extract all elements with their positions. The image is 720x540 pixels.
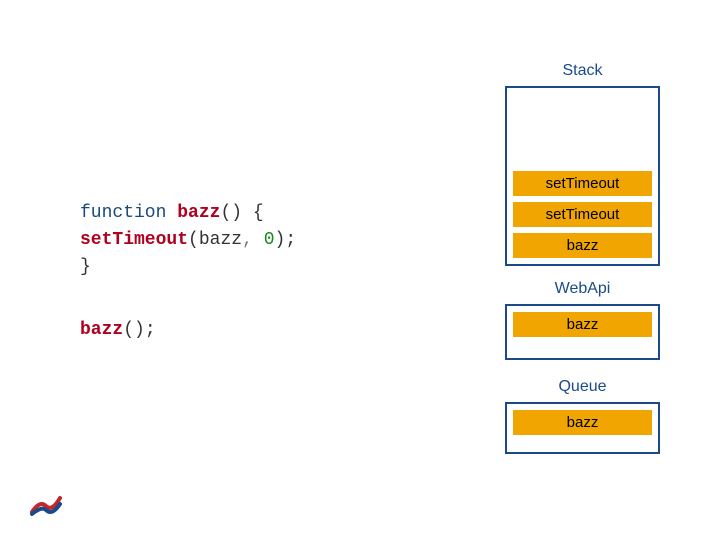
webapi-box: bazz — [505, 304, 660, 360]
close-brace: } — [80, 257, 91, 277]
code-line-1: function bazz() { — [80, 200, 296, 227]
invoke-bazz: bazz — [80, 320, 123, 340]
close-paren: ) — [275, 230, 286, 250]
stack-title: Stack — [505, 62, 660, 80]
semicolon: ; — [285, 230, 296, 250]
stack-frame: setTimeout — [513, 202, 652, 227]
code-line-2: setTimeout(bazz, 0); — [80, 227, 296, 254]
webapi-frame: bazz — [513, 312, 652, 337]
comma: , — [242, 230, 253, 250]
code-line-invoke: bazz(); — [80, 317, 296, 344]
arg-bazz: bazz — [199, 230, 242, 250]
stack-box: setTimeout setTimeout bazz — [505, 86, 660, 266]
runtime-panels: Stack setTimeout setTimeout bazz WebApi … — [505, 62, 660, 454]
code-block: function bazz() { setTimeout(bazz, 0); }… — [80, 200, 296, 344]
arg-zero: 0 — [264, 230, 275, 250]
parens: () — [220, 203, 242, 223]
invoke-parens: (); — [123, 320, 155, 340]
stack-frame: setTimeout — [513, 171, 652, 196]
function-name: bazz — [177, 203, 220, 223]
code-line-3: } — [80, 254, 296, 281]
queue-title: Queue — [505, 378, 660, 396]
keyword-function: function — [80, 203, 166, 223]
logo-icon — [28, 486, 64, 522]
settimeout-call: setTimeout — [80, 230, 188, 250]
webapi-title: WebApi — [505, 280, 660, 298]
stack-frame: bazz — [513, 233, 652, 258]
open-paren: ( — [188, 230, 199, 250]
queue-box: bazz — [505, 402, 660, 454]
open-brace: { — [242, 203, 264, 223]
queue-frame: bazz — [513, 410, 652, 435]
